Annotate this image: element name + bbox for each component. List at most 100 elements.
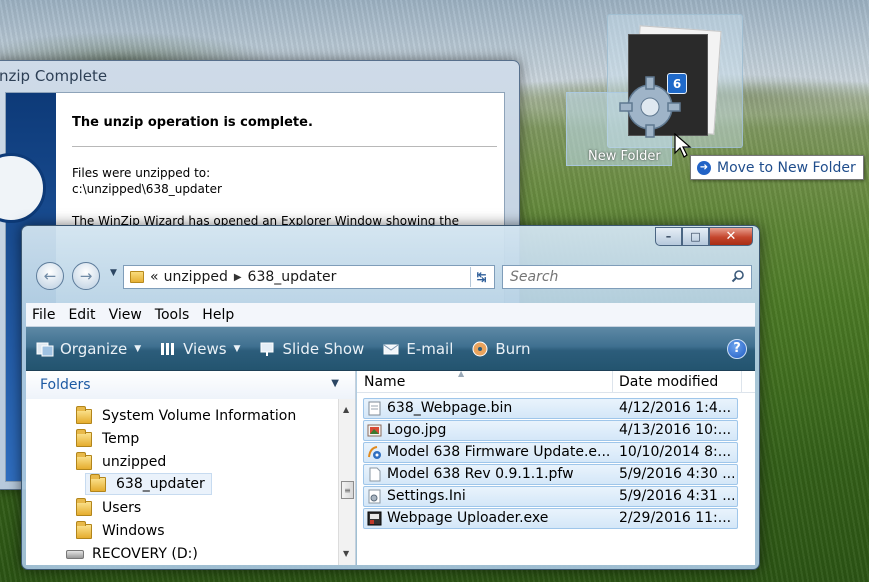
- file-date: 5/9/2016 4:31 ...: [619, 488, 734, 504]
- burn-label: Burn: [495, 339, 531, 358]
- folder-icon: [76, 520, 92, 539]
- explorer-window: – □ ✕ ← → ▼ « unzipped ▶ 638_updater ▼ ↹…: [21, 225, 760, 570]
- search-box[interactable]: [502, 265, 752, 289]
- search-icon[interactable]: [731, 269, 745, 283]
- unzip-complete-heading: The unzip operation is complete.: [72, 115, 313, 130]
- file-row[interactable]: Webpage Uploader.exe 2/29/2016 11:...: [363, 508, 738, 529]
- file-name: Webpage Uploader.exe: [387, 510, 549, 526]
- close-button[interactable]: ✕: [709, 227, 753, 246]
- move-tooltip: ➜ Move to New Folder: [690, 155, 864, 180]
- tree-item-windows[interactable]: Windows: [76, 520, 165, 542]
- move-arrow-icon: ➜: [697, 160, 711, 175]
- breadcrumb-separator-icon[interactable]: ▶: [234, 272, 242, 283]
- exe-file-icon: [367, 511, 382, 526]
- scroll-down-icon[interactable]: ▼: [343, 549, 349, 558]
- address-bar[interactable]: « unzipped ▶ 638_updater ▼: [123, 265, 495, 289]
- help-button[interactable]: ?: [727, 338, 747, 359]
- forward-arrow-icon: →: [79, 267, 93, 285]
- burn-disc-icon: [472, 341, 488, 356]
- tree-item-label: Users: [102, 500, 142, 516]
- tree-item-638-updater[interactable]: 638_updater: [85, 473, 212, 495]
- menu-tools[interactable]: Tools: [155, 307, 190, 323]
- move-tooltip-label: Move to New Folder: [717, 159, 856, 176]
- drop-target-label: New Folder: [588, 149, 661, 164]
- refresh-icon: ↹: [476, 270, 487, 284]
- unzipped-to-path: c:\unzipped\638_updater: [72, 182, 222, 196]
- email-icon: [383, 344, 399, 354]
- column-headers: ▲ Name Date modified: [357, 369, 755, 393]
- menu-bar: File Edit View Tools Help: [26, 303, 755, 327]
- address-overflow[interactable]: «: [150, 269, 159, 285]
- folder-icon: [130, 271, 144, 283]
- tree-item-label: 638_updater: [116, 476, 205, 492]
- tree-item-temp[interactable]: Temp: [76, 428, 139, 450]
- breadcrumb-unzipped[interactable]: unzipped: [164, 269, 228, 285]
- folder-icon: [76, 405, 92, 424]
- tree-item-label: Windows: [102, 523, 165, 539]
- tree-item-system-volume-information[interactable]: System Volume Information: [76, 405, 296, 427]
- forward-button[interactable]: →: [72, 262, 100, 290]
- file-date: 5/9/2016 4:30 ...: [619, 466, 734, 482]
- blank-file-icon: [369, 467, 381, 482]
- column-divider[interactable]: [612, 371, 613, 393]
- views-button[interactable]: Views ▼: [159, 340, 240, 358]
- tree-item-label: unzipped: [102, 454, 167, 470]
- installer-icon: [368, 446, 381, 459]
- menu-view[interactable]: View: [109, 307, 142, 323]
- file-name: Logo.jpg: [387, 422, 447, 438]
- file-row[interactable]: 638_Webpage.bin 4/12/2016 1:4...: [363, 398, 738, 419]
- sort-ascending-icon: ▲: [458, 369, 465, 378]
- winzip-dialog-title: nzip Complete: [0, 67, 108, 85]
- column-header-name[interactable]: Name: [364, 374, 405, 390]
- tree-item-unzipped[interactable]: unzipped: [76, 451, 166, 473]
- tree-item-label: System Volume Information: [102, 408, 297, 424]
- drag-count-badge: 6: [667, 73, 687, 94]
- scroll-thumb[interactable]: ≡: [341, 481, 354, 499]
- folder-icon: [76, 451, 92, 470]
- tree-item-label: Temp: [102, 431, 140, 447]
- file-date: 2/29/2016 11:...: [619, 510, 732, 526]
- scroll-up-icon[interactable]: ▲: [343, 405, 349, 414]
- folder-icon: [76, 497, 92, 516]
- bin-file-icon: [368, 401, 381, 416]
- back-arrow-icon: ←: [43, 267, 57, 285]
- folders-pane: Folders ▼ System Volume Information Temp…: [26, 371, 356, 565]
- file-name: Model 638 Firmware Update.e...: [387, 444, 611, 460]
- burn-button[interactable]: Burn: [471, 339, 531, 358]
- column-divider[interactable]: [741, 371, 742, 393]
- tree-item-recovery-drive[interactable]: RECOVERY (D:): [66, 543, 198, 565]
- file-name: 638_Webpage.bin: [387, 400, 513, 416]
- file-row[interactable]: Logo.jpg 4/13/2016 10:...: [363, 420, 738, 441]
- file-name: Model 638 Rev 0.9.1.1.pfw: [387, 466, 574, 482]
- folders-header[interactable]: Folders: [26, 371, 355, 399]
- search-input[interactable]: [510, 269, 710, 285]
- recent-pages-dropdown[interactable]: ▼: [110, 268, 117, 278]
- organize-button[interactable]: Organize ▼: [36, 340, 141, 358]
- tree-item-users[interactable]: Users: [76, 497, 141, 519]
- menu-help[interactable]: Help: [202, 307, 234, 323]
- menu-edit[interactable]: Edit: [68, 307, 95, 323]
- file-date: 4/13/2016 10:...: [619, 422, 732, 438]
- chevron-down-icon[interactable]: ▼: [331, 378, 339, 389]
- menu-file[interactable]: File: [32, 307, 55, 323]
- file-date: 10/10/2014 8:...: [619, 444, 732, 460]
- folders-header-label: Folders: [40, 377, 91, 393]
- email-button[interactable]: E-mail: [382, 340, 453, 358]
- views-icon: [161, 342, 175, 355]
- back-button[interactable]: ←: [36, 262, 64, 290]
- column-header-date-modified[interactable]: Date modified: [619, 374, 718, 390]
- refresh-button[interactable]: ↹: [470, 267, 492, 287]
- breadcrumb-638-updater[interactable]: 638_updater: [248, 269, 337, 285]
- organize-label: Organize: [60, 339, 128, 358]
- minimize-button[interactable]: –: [655, 227, 682, 246]
- tree-item-label: RECOVERY (D:): [92, 546, 198, 562]
- file-row[interactable]: Settings.Ini 5/9/2016 4:31 ...: [363, 486, 738, 507]
- chevron-down-icon: ▼: [134, 343, 142, 354]
- folders-scrollbar[interactable]: ▲ ≡ ▼: [338, 399, 355, 565]
- slideshow-button[interactable]: Slide Show: [258, 340, 364, 358]
- organize-icon: [36, 342, 54, 356]
- file-row[interactable]: Model 638 Rev 0.9.1.1.pfw 5/9/2016 4:30 …: [363, 464, 738, 485]
- slideshow-label: Slide Show: [282, 339, 365, 358]
- file-row[interactable]: Model 638 Firmware Update.e... 10/10/201…: [363, 442, 738, 463]
- maximize-button[interactable]: □: [682, 227, 709, 246]
